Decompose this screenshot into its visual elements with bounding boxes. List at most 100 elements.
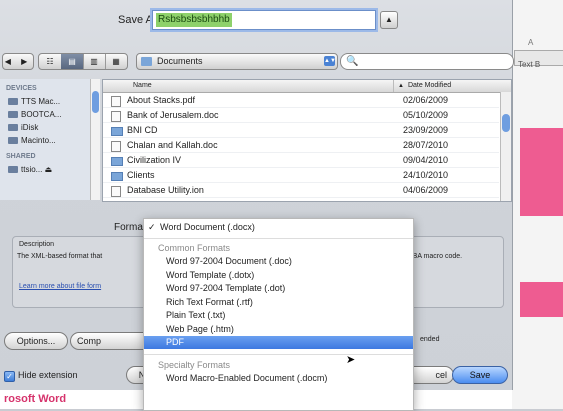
menu-item-label: Specialty Formats [158, 359, 231, 370]
format-menu: ✓ Word Document (.docx) Common Formats Word… [143, 218, 414, 411]
menu-item[interactable]: Word 97-2004 Document (.doc) [144, 255, 413, 268]
location-popup[interactable]: Documents ▲▼ [136, 53, 338, 70]
menu-section-header: Specialty Formats [144, 359, 413, 372]
description-header: Description [19, 241, 55, 248]
menu-section-header: Common Formats [144, 242, 413, 255]
folder-icon [111, 157, 123, 166]
file-date: 24/10/2010 [403, 170, 449, 180]
menu-separator [144, 237, 413, 239]
menu-item[interactable]: ✓ Word Document (.docx) [144, 221, 413, 234]
menu-item[interactable]: Word Template (.dotx) [144, 269, 413, 282]
menu-separator [144, 353, 413, 355]
file-name: About Stacks.pdf [127, 95, 196, 105]
sidebar-scrollbar[interactable] [90, 79, 100, 200]
list-view-button[interactable]: ▤ [61, 54, 84, 69]
search-icon: 🔍 [346, 56, 359, 67]
menu-item[interactable]: Word 97-2004 Template (.dot) [144, 282, 413, 295]
scrollbar-thumb[interactable] [92, 91, 99, 113]
view-mode-control[interactable]: ☷ ▤ ▥ ▦ [38, 53, 128, 70]
hide-extension-checkbox[interactable]: ✓ Hide extension [4, 370, 78, 382]
mouse-cursor-icon: ➤ [346, 354, 356, 366]
sidebar-item-shared[interactable]: ttsio... ⏏ [8, 165, 52, 174]
back-forward-buttons[interactable]: ◀ ▶ [2, 53, 34, 70]
file-date: 28/07/2010 [403, 140, 449, 150]
document-icon [111, 186, 121, 197]
file-row[interactable]: Database Utility.ion 04/06/2009 [103, 183, 499, 198]
sidebar-item-device[interactable]: iDisk [8, 123, 38, 132]
save-as-value: Rsbsbsbsbhbhb [156, 13, 232, 27]
browser-toolbar: ◀ ▶ ☷ ▤ ▥ ▦ Documents ▲▼ 🔍 [0, 50, 514, 72]
drive-icon [8, 98, 18, 106]
menu-item[interactable]: Web Page (.htm) [144, 323, 413, 336]
sidebar-item-device[interactable]: TTS Mac... [8, 97, 60, 106]
file-row[interactable]: Clients 24/10/2010 [103, 168, 499, 183]
menu-item-label: Web Page (.htm) [166, 323, 234, 334]
location-label: Documents [157, 56, 203, 66]
file-row[interactable]: Chalan and Kallah.doc 28/07/2010 [103, 138, 499, 153]
file-name: Civilization IV [127, 155, 182, 165]
learn-more-link[interactable]: Learn more about file form [19, 283, 101, 290]
sidebar-item-device[interactable]: BOOTCA... [8, 110, 61, 119]
background-window-right: A Text B [512, 0, 563, 409]
menu-item-label: Word Macro-Enabled Document (.docm) [166, 373, 328, 383]
scrollbar-thumb[interactable] [502, 114, 510, 132]
checkmark-icon: ✓ [148, 222, 156, 232]
menu-item-label: Word Template (.dotx) [166, 269, 255, 280]
document-icon [111, 141, 121, 152]
file-date: 23/09/2009 [403, 125, 449, 135]
background-tab-label: A [528, 38, 534, 47]
column-view-button[interactable]: ▥ [83, 54, 106, 69]
file-row[interactable]: BNI CD 23/09/2009 [103, 123, 499, 138]
file-list-header: Name ▲ Date Modified [103, 80, 511, 93]
checkmark-icon: ✓ [4, 371, 15, 382]
coverflow-view-button[interactable]: ▦ [105, 54, 127, 69]
idisk-icon [8, 124, 18, 132]
network-icon [8, 166, 18, 174]
menu-item[interactable]: PDF [144, 336, 413, 349]
file-date: 04/06/2009 [403, 185, 449, 195]
save-button[interactable]: Save [452, 366, 508, 384]
search-field[interactable]: 🔍 [340, 53, 514, 70]
date-column-header[interactable]: ▲ Date Modified [393, 80, 511, 92]
file-row[interactable]: Bank of Jerusalem.doc 05/10/2009 [103, 108, 499, 123]
menu-item-label: Word Document (.docx) [160, 222, 255, 232]
menu-item[interactable]: Rich Text Format (.rtf) [144, 296, 413, 309]
menu-item-label: Word 97-2004 Template (.dot) [166, 283, 286, 293]
file-row[interactable]: About Stacks.pdf 02/06/2009 [103, 93, 499, 108]
format-label: Format [114, 222, 146, 233]
document-icon [111, 96, 121, 107]
save-as-input[interactable]: Rsbsbsbsbhbhb [152, 10, 376, 30]
menu-item-label: Rich Text Format (.rtf) [166, 296, 253, 307]
menu-item-label: Plain Text (.txt) [166, 310, 226, 320]
folder-icon [111, 127, 123, 136]
icon-view-button[interactable]: ☷ [39, 54, 62, 69]
description-text-tail: VBA macro code. [408, 253, 463, 260]
options-button[interactable]: Options... [4, 332, 68, 350]
file-name: Clients [127, 170, 155, 180]
menu-item[interactable]: Plain Text (.txt) [144, 309, 413, 322]
file-date: 02/06/2009 [403, 95, 449, 105]
compatibility-status: ended [420, 336, 440, 343]
menu-item[interactable]: Word Macro-Enabled Document (.docm) [144, 372, 413, 385]
background-app-name: rosoft Word [4, 393, 67, 405]
folder-icon [111, 172, 123, 181]
file-row[interactable]: Civilization IV 09/04/2010 [103, 153, 499, 168]
menu-item-label: PDF [166, 337, 184, 347]
background-text-box-label: Text B [518, 60, 541, 69]
document-icon [111, 111, 121, 122]
file-name: BNI CD [127, 125, 158, 135]
updown-arrow-icon: ▲▼ [324, 56, 336, 66]
drive-icon [8, 137, 18, 145]
sidebar-shared-header: SHARED [6, 153, 36, 160]
file-date: 05/10/2009 [403, 110, 449, 120]
file-name: Database Utility.ion [127, 185, 204, 195]
background-pink-block [520, 128, 563, 216]
sidebar-item-device[interactable]: Macinto... [8, 136, 56, 145]
file-list: Name ▲ Date Modified About Stacks.pdf 02/0… [102, 79, 512, 202]
sidebar: DEVICES TTS Mac... BOOTCA... iDisk Macin… [0, 79, 100, 200]
file-list-scrollbar[interactable] [500, 92, 511, 201]
sidebar-devices-header: DEVICES [6, 85, 37, 92]
name-column-header[interactable]: Name [133, 80, 152, 92]
description-text: The XML-based format that [17, 253, 103, 260]
expand-dialog-button[interactable]: ▲ [380, 11, 398, 29]
